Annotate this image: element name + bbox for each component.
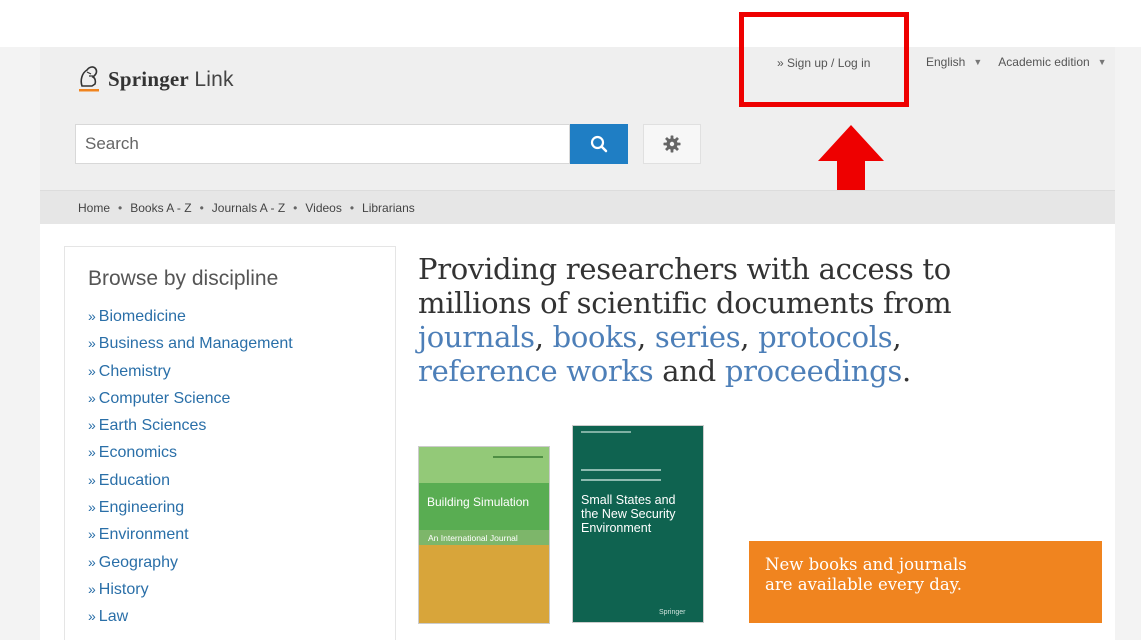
- brand-name: Springer Link: [108, 66, 234, 91]
- nav-home[interactable]: Home: [78, 201, 110, 215]
- discipline-link[interactable]: » History: [88, 576, 395, 603]
- browse-by-discipline-panel: Browse by discipline » Biomedicine » Busin…: [64, 246, 396, 640]
- search-icon: [590, 135, 608, 153]
- search-button[interactable]: [570, 124, 628, 164]
- springer-horse-icon: [79, 66, 99, 92]
- tagline-line1: Providing researchers with access to: [418, 252, 951, 286]
- right-margin: [1115, 47, 1141, 640]
- hero-tagline: Providing researchers with access to mil…: [418, 252, 952, 388]
- search-settings-button[interactable]: [643, 124, 701, 164]
- nav-videos[interactable]: Videos: [305, 201, 341, 215]
- nav-journals-a-z[interactable]: Journals A - Z: [212, 201, 285, 215]
- discipline-link[interactable]: » Biomedicine: [88, 303, 395, 330]
- nav-separator: •: [293, 200, 298, 215]
- annotation-highlight-box: [739, 12, 909, 107]
- nav-separator: •: [118, 200, 123, 215]
- discipline-link[interactable]: » Law: [88, 603, 395, 630]
- nav-books-a-z[interactable]: Books A - Z: [130, 201, 191, 215]
- springer-link-logo[interactable]: Springer Link: [76, 62, 234, 96]
- gear-icon: [663, 135, 681, 153]
- book-cover-small-states[interactable]: Small States and the New Security Enviro…: [572, 425, 704, 623]
- discipline-link[interactable]: » Education: [88, 467, 395, 494]
- books-link[interactable]: books: [553, 320, 638, 354]
- discipline-link[interactable]: » Computer Science: [88, 385, 395, 412]
- tagline-line2: millions of scientific documents from: [418, 286, 952, 320]
- language-dropdown[interactable]: English ▼: [926, 55, 982, 69]
- new-content-promo[interactable]: New books and journals are available eve…: [749, 541, 1102, 623]
- nav-separator: •: [199, 200, 204, 215]
- tagline-and: and: [662, 354, 716, 388]
- promo-line1: New books and journals: [765, 555, 967, 574]
- search-input[interactable]: [75, 124, 570, 164]
- cover-title: Small States and the New Security Enviro…: [581, 493, 676, 535]
- caret-down-icon: ▼: [973, 57, 983, 67]
- promo-line2: are available every day.: [765, 575, 963, 594]
- discipline-link[interactable]: » Geography: [88, 549, 395, 576]
- main-nav: Home • Books A - Z • Journals A - Z • Vi…: [40, 190, 1115, 224]
- discipline-list: » Biomedicine » Business and Management » C…: [88, 303, 395, 631]
- reference-works-link[interactable]: reference works: [418, 354, 654, 388]
- cover-publisher: Springer: [659, 609, 686, 616]
- nav-separator: •: [349, 200, 355, 215]
- series-link[interactable]: series: [655, 320, 741, 354]
- cover-title: Building Simulation: [427, 495, 530, 509]
- discipline-link[interactable]: » Environment: [88, 521, 395, 548]
- discipline-link[interactable]: » Engineering: [88, 494, 395, 521]
- page: Springer Link » Sign up / Log in English…: [0, 0, 1141, 640]
- book-cover-building-simulation[interactable]: Building Simulation An International Jou…: [418, 446, 550, 624]
- protocols-link[interactable]: protocols: [758, 320, 892, 354]
- search-bar: [75, 124, 628, 164]
- discipline-link[interactable]: » Economics: [88, 439, 395, 466]
- cover-subtitle: An International Journal: [419, 530, 549, 545]
- journals-link[interactable]: journals: [418, 320, 535, 354]
- discipline-link[interactable]: » Earth Sciences: [88, 412, 395, 439]
- edition-label: Academic edition: [998, 55, 1090, 69]
- language-label: English: [926, 55, 966, 69]
- caret-down-icon: ▼: [1097, 57, 1107, 67]
- left-margin: [0, 47, 40, 640]
- discipline-link[interactable]: » Chemistry: [88, 358, 395, 385]
- proceedings-link[interactable]: proceedings: [725, 354, 902, 388]
- header-menus: English ▼ Academic edition ▼: [926, 55, 1107, 69]
- nav-librarians[interactable]: Librarians: [362, 201, 415, 215]
- edition-dropdown[interactable]: Academic edition ▼: [998, 55, 1106, 69]
- discipline-link[interactable]: » Business and Management: [88, 330, 395, 357]
- browse-title: Browse by discipline: [88, 267, 279, 290]
